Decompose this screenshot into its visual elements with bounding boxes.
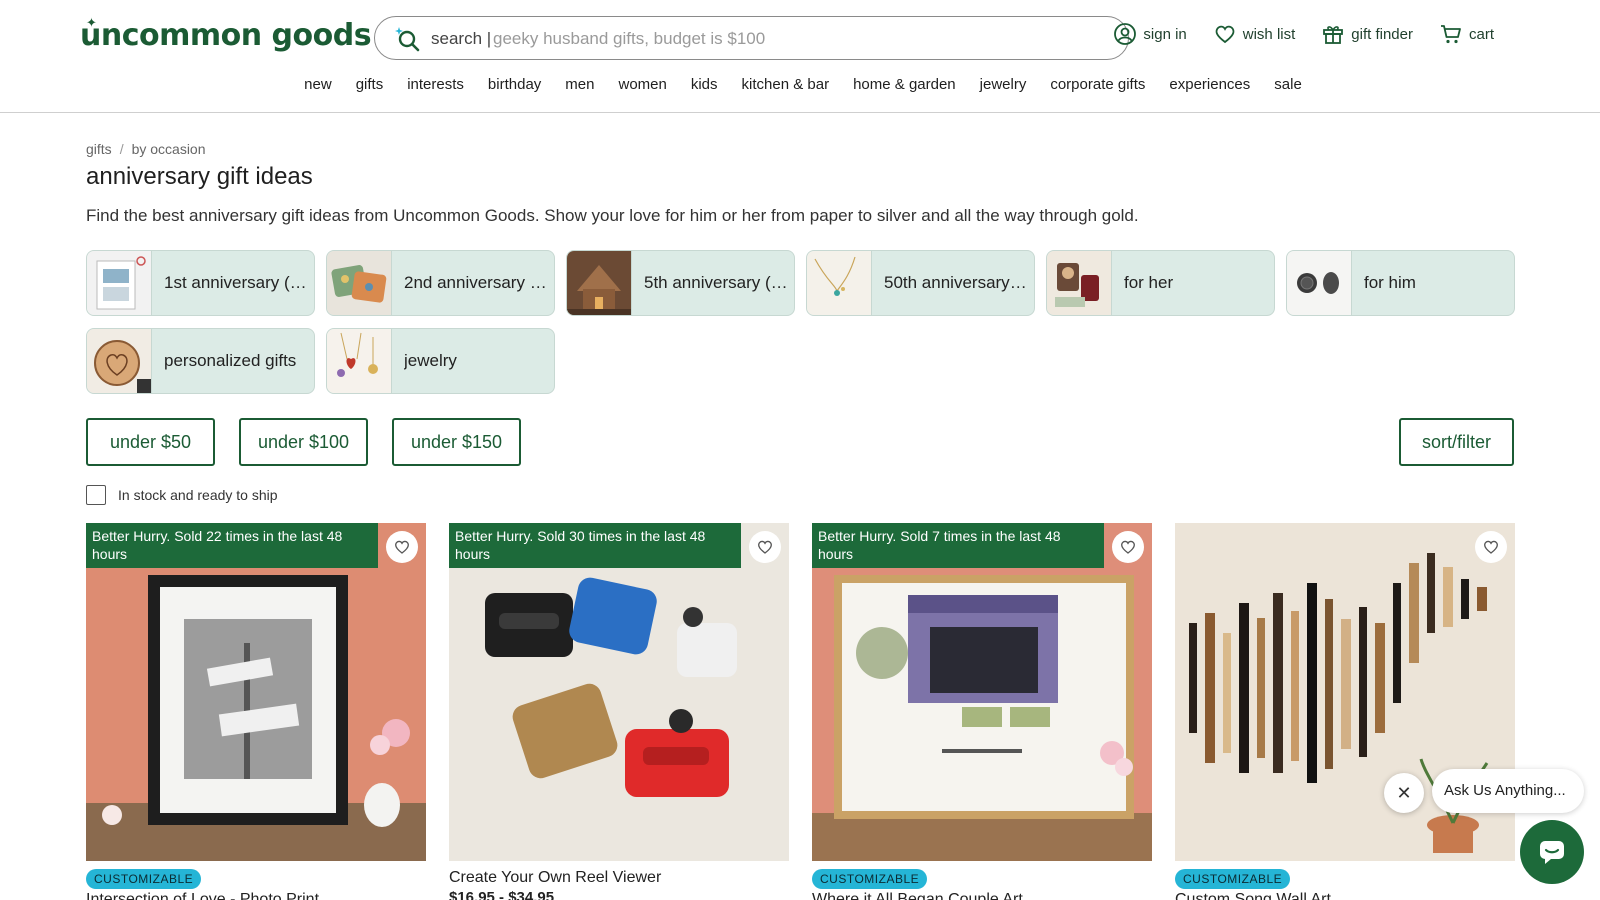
category-thumbnail [1287, 251, 1352, 315]
product-name[interactable]: Custom Song Wall Art [1175, 891, 1331, 900]
nav-interests[interactable]: interests [407, 76, 464, 93]
filter-under-150-button[interactable]: under $150 [392, 418, 521, 466]
heart-icon [1215, 25, 1235, 44]
logo-text: uncommon goods [80, 18, 372, 53]
nav-sale[interactable]: sale [1274, 76, 1302, 93]
category-thumbnail [327, 251, 392, 315]
category-2nd-anniversary[interactable]: 2nd anniversary (cotton) gifts [326, 250, 555, 316]
favorite-heart-icon[interactable] [749, 531, 781, 563]
wish-list-link[interactable]: wish list [1213, 22, 1296, 46]
product-name[interactable]: Create Your Own Reel Viewer [449, 869, 661, 887]
in-stock-filter[interactable]: In stock and ready to ship [86, 485, 278, 505]
category-for-her[interactable]: for her [1046, 250, 1275, 316]
category-label: personalized gifts [164, 351, 297, 370]
better-hurry-banner: Better Hurry. Sold 22 times in the last … [86, 523, 378, 568]
category-label: jewelry [404, 351, 457, 370]
product-image[interactable] [812, 523, 1152, 861]
breadcrumb: gifts / by occasion [86, 141, 206, 157]
cart-link[interactable]: cart [1439, 22, 1494, 46]
search-input[interactable] [493, 24, 1093, 54]
user-circle-icon [1114, 23, 1137, 45]
cart-icon [1440, 25, 1461, 44]
site-header: ✦ uncommon goods search | sign in wish l… [0, 0, 1600, 113]
favorite-heart-icon[interactable] [1112, 531, 1144, 563]
logo[interactable]: ✦ uncommon goods [80, 16, 372, 58]
category-thumbnail [87, 251, 152, 315]
customizable-badge: CUSTOMIZABLE [86, 869, 202, 889]
sign-in-label: sign in [1143, 25, 1187, 43]
nav-home-garden[interactable]: home & garden [853, 76, 956, 93]
in-stock-label: In stock and ready to ship [118, 487, 278, 503]
chat-icon [1540, 841, 1564, 864]
favorite-heart-icon[interactable] [1475, 531, 1507, 563]
category-for-him[interactable]: for him [1286, 250, 1515, 316]
category-label: 50th anniversary (gold) gifts [884, 273, 1029, 292]
better-hurry-banner: Better Hurry. Sold 7 times in the last 4… [812, 523, 1104, 568]
breadcrumb-by-occasion[interactable]: by occasion [132, 141, 206, 157]
gift-icon [1323, 26, 1344, 44]
search-bar[interactable]: search | [374, 16, 1129, 60]
category-thumbnail [807, 251, 872, 315]
chat-close-button[interactable]: ✕ [1384, 773, 1424, 813]
nav-men[interactable]: men [565, 76, 594, 93]
logo-spark-icon: ✦ [86, 16, 97, 31]
nav-experiences[interactable]: experiences [1169, 76, 1250, 93]
category-50th-anniversary[interactable]: 50th anniversary (gold) gifts [806, 250, 1035, 316]
better-hurry-banner: Better Hurry. Sold 30 times in the last … [449, 523, 741, 568]
nav-birthday[interactable]: birthday [488, 76, 541, 93]
gift-finder-label: gift finder [1351, 25, 1413, 43]
category-label: for her [1124, 273, 1174, 292]
gift-finder-link[interactable]: gift finder [1321, 22, 1413, 46]
nav-women[interactable]: women [618, 76, 666, 93]
search-icon[interactable] [393, 25, 421, 53]
in-stock-checkbox[interactable] [86, 485, 106, 505]
nav-corporate-gifts[interactable]: corporate gifts [1050, 76, 1145, 93]
header-links: sign in wish list gift finder cart [1113, 22, 1494, 46]
filter-under-100-button[interactable]: under $100 [239, 418, 368, 466]
breadcrumb-gifts[interactable]: gifts [86, 141, 112, 157]
category-label: for him [1364, 273, 1416, 292]
category-1st-anniversary[interactable]: 1st anniversary (paper) gifts [86, 250, 315, 316]
sort-filter-button[interactable]: sort/filter [1399, 418, 1514, 466]
chat-open-button[interactable] [1520, 820, 1584, 884]
category-personalized-gifts[interactable]: personalized gifts [86, 328, 315, 394]
product-name[interactable]: Where it All Began Couple Art [812, 891, 1023, 900]
nav-kitchen-bar[interactable]: kitchen & bar [742, 76, 830, 93]
cart-label: cart [1468, 25, 1494, 43]
favorite-heart-icon[interactable] [386, 531, 418, 563]
customizable-badge: CUSTOMIZABLE [812, 869, 928, 889]
category-5th-anniversary[interactable]: 5th anniversary (wood) gifts [566, 250, 795, 316]
wish-list-label: wish list [1242, 25, 1296, 43]
main-nav: new gifts interests birthday men women k… [0, 76, 1600, 93]
filter-under-50-button[interactable]: under $50 [86, 418, 215, 466]
customizable-badge: CUSTOMIZABLE [1175, 869, 1291, 889]
nav-kids[interactable]: kids [691, 76, 718, 93]
page-description: Find the best anniversary gift ideas fro… [86, 206, 1139, 225]
nav-gifts[interactable]: gifts [356, 76, 384, 93]
product-image[interactable] [449, 523, 789, 861]
category-label: 2nd anniversary (cotton) gifts [404, 273, 549, 292]
search-label: search | [431, 29, 492, 48]
product-image[interactable] [86, 523, 426, 861]
product-name[interactable]: Intersection of Love - Photo Print [86, 891, 319, 900]
page-title: anniversary gift ideas [86, 163, 313, 190]
nav-jewelry[interactable]: jewelry [980, 76, 1027, 93]
category-thumbnail [327, 329, 392, 393]
category-label: 1st anniversary (paper) gifts [164, 273, 309, 292]
product-price: $16.95 - $34.95 [449, 889, 555, 900]
category-jewelry[interactable]: jewelry [326, 328, 555, 394]
nav-new[interactable]: new [304, 76, 332, 93]
chat-prompt-bubble[interactable]: Ask Us Anything... [1432, 769, 1584, 813]
category-thumbnail [87, 329, 152, 393]
category-label: 5th anniversary (wood) gifts [644, 273, 789, 292]
category-thumbnail [1047, 251, 1112, 315]
breadcrumb-separator: / [119, 141, 124, 157]
close-icon: ✕ [1396, 782, 1412, 803]
sign-in-link[interactable]: sign in [1113, 22, 1187, 46]
category-thumbnail [567, 251, 632, 315]
